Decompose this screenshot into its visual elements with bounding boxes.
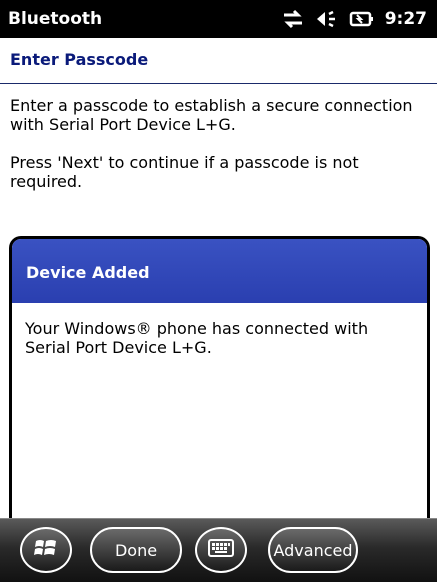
app-title: Bluetooth (8, 9, 103, 29)
instruction-text: Enter a passcode to establish a secure c… (10, 96, 413, 134)
dialog-message: Your Windows® phone has connected with S… (25, 319, 369, 357)
battery-icon[interactable] (349, 9, 375, 29)
bottom-toolbar: Done Advanced (0, 518, 437, 582)
windows-start-icon (33, 536, 59, 564)
status-bar: Bluetooth 9:27 (0, 0, 437, 38)
advanced-button[interactable]: Advanced (268, 527, 358, 573)
clock[interactable]: 9:27 (385, 9, 427, 29)
done-button[interactable]: Done (90, 527, 182, 573)
instructions: Enter a passcode to establish a secure c… (10, 96, 430, 191)
keyboard-button[interactable] (195, 527, 247, 573)
continue-hint: Press 'Next' to continue if a passcode i… (10, 153, 359, 191)
page-title: Enter Passcode (10, 50, 149, 69)
page-header: Enter Passcode (0, 38, 437, 84)
connectivity-icon[interactable] (281, 9, 305, 29)
status-icons: 9:27 (281, 9, 427, 29)
start-button[interactable] (20, 527, 72, 573)
volume-icon[interactable] (315, 9, 339, 29)
device-added-dialog: Device Added Your Windows® phone has con… (9, 236, 430, 526)
dialog-title: Device Added (12, 239, 427, 303)
keyboard-icon (208, 539, 234, 561)
